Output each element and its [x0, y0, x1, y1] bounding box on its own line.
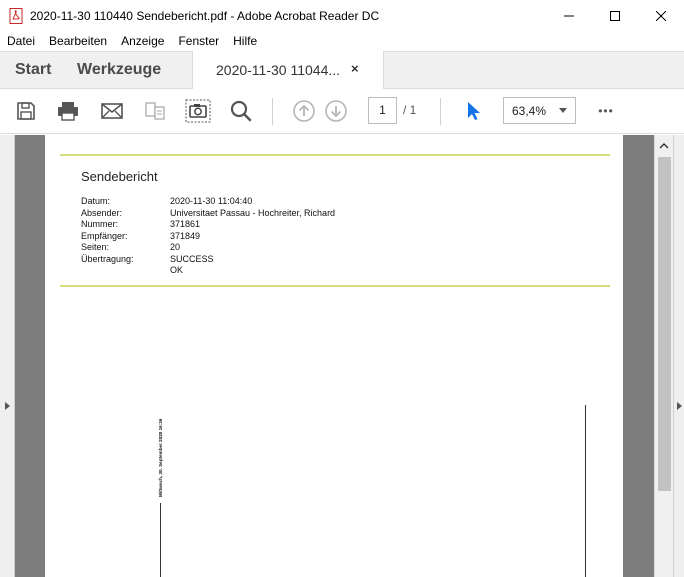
report-row: Nummer: 371861 [81, 219, 335, 231]
menu-bearbeiten[interactable]: Bearbeiten [42, 34, 114, 48]
page-up-icon[interactable] [291, 98, 317, 124]
search-icon[interactable] [228, 98, 254, 124]
report-key: Datum: [81, 196, 111, 206]
menu-hilfe[interactable]: Hilfe [226, 34, 264, 48]
report-value: OK [170, 265, 184, 275]
minimize-button[interactable] [546, 0, 592, 31]
report-title: Sendebericht [81, 169, 158, 184]
report-key: Absender: [81, 207, 123, 218]
pdf-page: Sendebericht Datum: 2020-11-30 11:04:40 … [45, 135, 623, 577]
report-details: Datum: 2020-11-30 11:04:40 Absender: Uni… [81, 196, 335, 277]
report-row: Datum: 2020-11-30 11:04:40 [81, 196, 335, 208]
compare-icon[interactable] [142, 98, 168, 124]
report-row: Übertragung: SUCCESS [81, 254, 335, 266]
report-row: OK [81, 265, 335, 277]
page-border-right [585, 405, 586, 577]
more-icon[interactable]: ••• [592, 98, 620, 124]
vertical-scrollbar[interactable] [654, 135, 673, 577]
chevron-down-icon [559, 108, 567, 113]
toolbar: ••• [0, 89, 684, 134]
tab-close-icon[interactable]: × [351, 61, 359, 76]
tab-tools[interactable]: Werkzeuge [77, 61, 161, 79]
report-value: 371861 [170, 219, 201, 229]
tab-document-label: 2020-11-30 11044... [216, 62, 341, 78]
report-row: Seiten: 20 [81, 242, 335, 254]
pdf-icon [8, 7, 24, 24]
window-title: 2020-11-30 110440 Sendebericht.pdf - Ado… [30, 8, 380, 23]
scroll-up-icon[interactable] [659, 141, 669, 151]
document-canvas[interactable]: Sendebericht Datum: 2020-11-30 11:04:40 … [15, 135, 654, 577]
left-panel-toggle[interactable] [0, 135, 15, 577]
right-panel-toggle[interactable] [673, 135, 684, 577]
rotated-date-label: Mittwoch, 30. September 2020 16:36 [158, 418, 163, 497]
title-bar: 2020-11-30 110440 Sendebericht.pdf - Ado… [0, 0, 684, 31]
toolbar-separator [440, 98, 441, 125]
tab-document[interactable]: 2020-11-30 11044... × [192, 51, 384, 90]
tab-start[interactable]: Start [15, 61, 51, 79]
rule-bottom [60, 285, 610, 287]
report-key: Übertragung: [81, 253, 134, 264]
menu-datei[interactable]: Datei [0, 34, 42, 48]
menu-anzeige[interactable]: Anzeige [114, 34, 171, 48]
zoom-value: 63,4% [512, 104, 547, 118]
report-value: 371849 [170, 230, 201, 241]
maximize-button[interactable] [592, 0, 638, 31]
menu-fenster[interactable]: Fenster [171, 34, 226, 48]
report-row: Absender: Universitaet Passau - Hochreit… [81, 208, 335, 220]
email-icon[interactable] [99, 98, 125, 124]
report-value: Universitaet Passau - Hochreiter, Richar… [170, 207, 336, 218]
expand-right-icon [677, 402, 682, 410]
rule-top [60, 154, 610, 156]
more-glyph: ••• [598, 104, 614, 118]
report-key [81, 265, 170, 277]
menu-bar: Datei Bearbeiten Anzeige Fenster Hilfe [0, 31, 684, 51]
select-cursor-icon[interactable] [460, 98, 486, 124]
page-total: / 1 [403, 103, 417, 117]
snapshot-icon[interactable] [185, 98, 211, 124]
report-value: 2020-11-30 11:04:40 [170, 196, 253, 206]
expand-left-icon [5, 402, 10, 410]
tab-bar: Start Werkzeuge 2020-11-30 11044... × [0, 51, 684, 90]
document-area: Sendebericht Datum: 2020-11-30 11:04:40 … [0, 135, 684, 577]
report-key: Seiten: [81, 242, 110, 252]
page-border-left [160, 503, 161, 577]
scroll-thumb[interactable] [658, 157, 671, 491]
report-value: 20 [170, 242, 181, 252]
save-icon[interactable] [13, 98, 39, 124]
report-row: Empfänger: 371849 [81, 231, 335, 243]
page-down-icon[interactable] [323, 98, 349, 124]
rotated-date-text: Mittwoch, 30. September 2020 16:36 [158, 418, 163, 497]
report-key: Empfänger: [81, 230, 128, 241]
report-key: Nummer: [81, 219, 119, 229]
close-button[interactable] [638, 0, 684, 31]
toolbar-separator [272, 98, 273, 125]
print-icon[interactable] [55, 98, 81, 124]
report-value: SUCCESS [170, 253, 214, 264]
page-number-input[interactable]: 1 [368, 97, 397, 124]
zoom-select[interactable]: 63,4% [503, 97, 576, 124]
